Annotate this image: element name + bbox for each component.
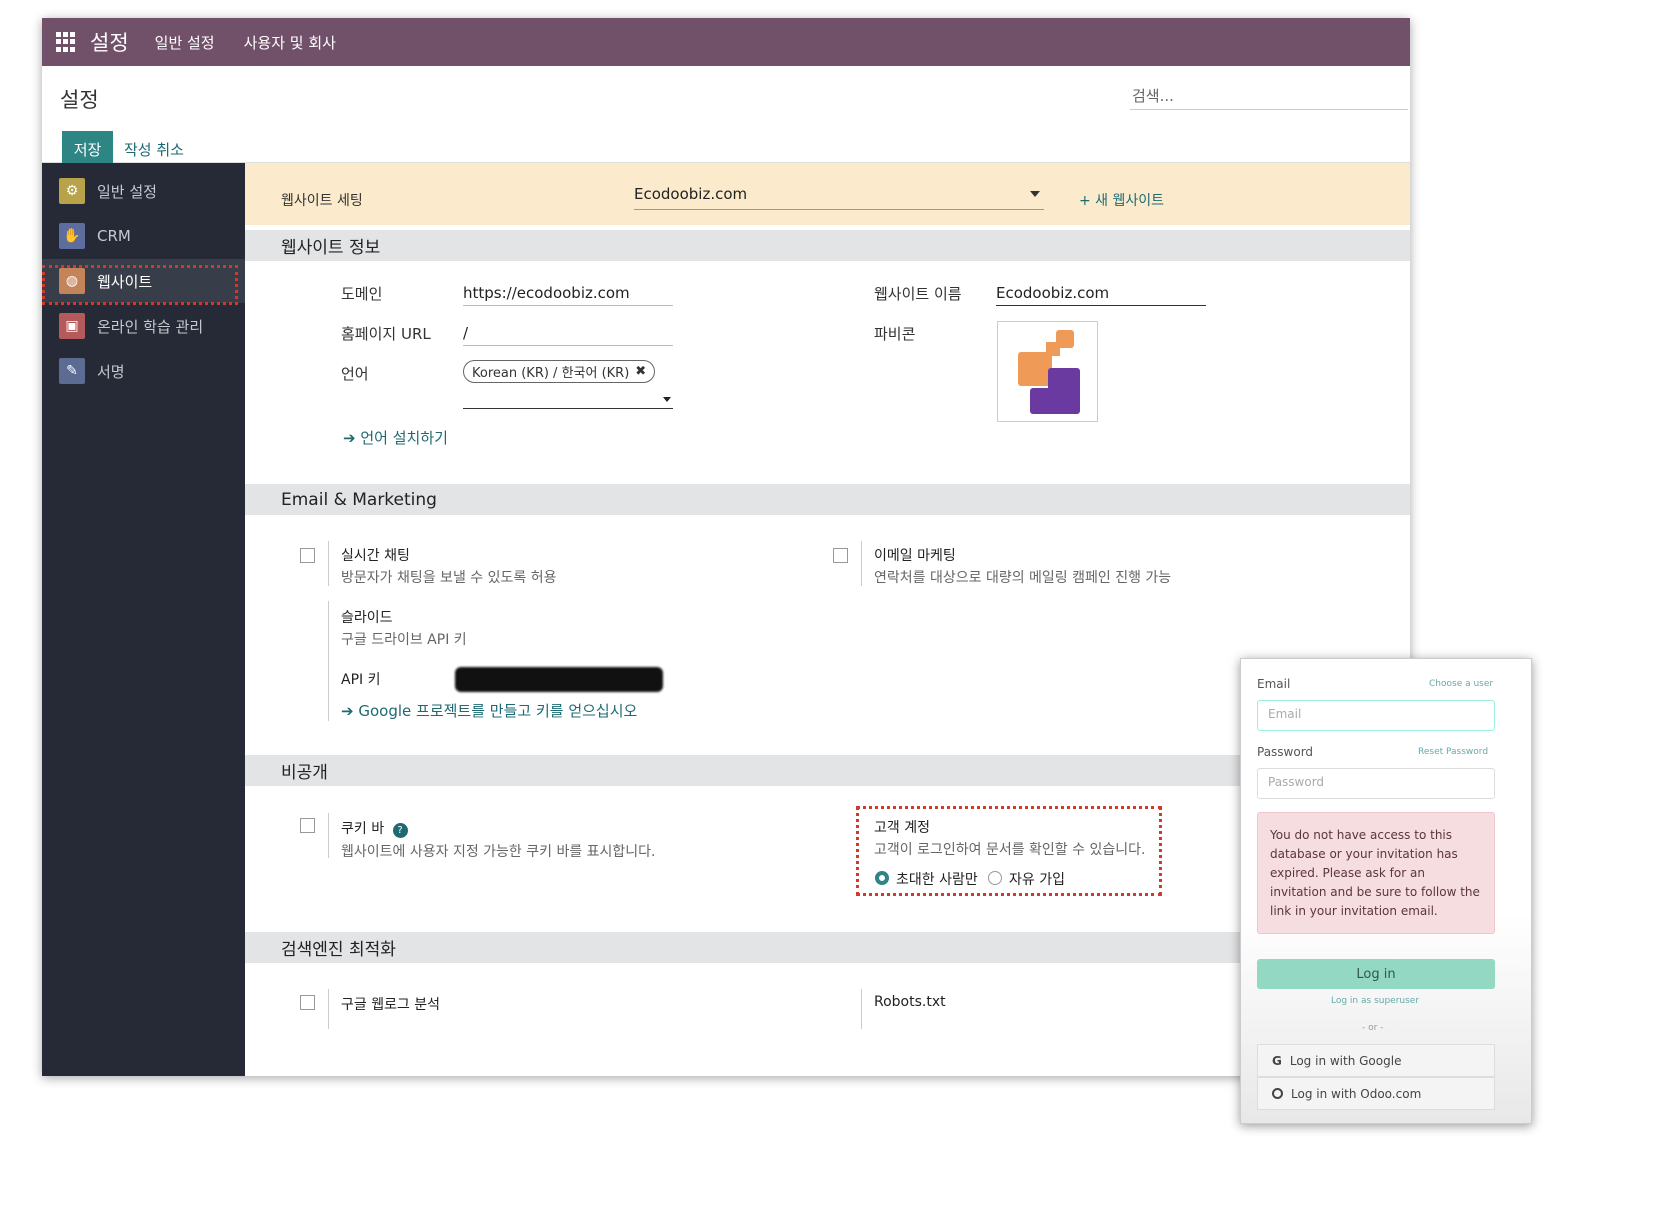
section-header-seo: 검색엔진 최적화	[245, 932, 1410, 963]
api-key-field-redacted[interactable]	[455, 667, 663, 692]
app-title[interactable]: 설정	[90, 27, 129, 57]
close-icon[interactable]: ✖	[635, 364, 646, 379]
favicon-image[interactable]	[997, 321, 1098, 422]
reset-password-link[interactable]: Reset Password	[1418, 747, 1488, 757]
settings-content: 웹사이트 세팅 Ecodoobiz.com + 새 웹사이트 웹사이트 정보 도…	[245, 163, 1410, 1076]
choose-user-link[interactable]: Choose a user	[1429, 679, 1493, 689]
top-navbar: 설정 일반 설정 사용자 및 회사	[42, 18, 1410, 66]
homepage-label: 홈페이지 URL	[341, 325, 431, 343]
divider	[328, 541, 329, 586]
cookie-bar-desc: 웹사이트에 사용자 지정 가능한 쿠키 바를 표시합니다.	[341, 844, 656, 860]
section-header-privacy: 비공개	[245, 755, 1410, 786]
divider	[861, 541, 862, 586]
chevron-down-icon	[1030, 191, 1040, 197]
website-select-value: Ecodoobiz.com	[634, 185, 748, 203]
settings-window: 설정 일반 설정 사용자 및 회사 설정 검색... 저장 작성 취소 ⚙ 일반…	[42, 18, 1410, 1076]
api-key-label: API 키	[341, 672, 381, 688]
chevron-down-icon	[663, 397, 671, 402]
password-input[interactable]: Password	[1257, 768, 1495, 799]
website-menu-highlight	[42, 265, 238, 305]
install-language-link[interactable]: ➔ 언어 설치하기	[343, 427, 448, 448]
google-icon: G	[1272, 1053, 1282, 1068]
install-language-text: 언어 설치하기	[360, 429, 448, 447]
sidebar-item-label: 일반 설정	[97, 182, 157, 201]
control-panel: 설정 검색... 저장 작성 취소	[42, 66, 1410, 168]
superuser-link[interactable]: Log in as superuser	[1331, 996, 1419, 1006]
email-label: Email	[1257, 677, 1291, 691]
odoo-login-button[interactable]: Log in with Odoo.com	[1257, 1077, 1495, 1110]
odoo-icon	[1272, 1088, 1283, 1099]
login-popup: Email Choose a user Email Password Reset…	[1240, 658, 1532, 1124]
livechat-checkbox[interactable]	[300, 548, 315, 563]
slides-title: 슬라이드	[341, 610, 393, 626]
divider	[328, 989, 329, 1029]
cookie-bar-checkbox[interactable]	[300, 818, 315, 833]
livechat-desc: 방문자가 채팅을 보낼 수 있도록 허용	[341, 570, 557, 586]
language-label: 언어	[341, 365, 369, 383]
google-analytics-checkbox[interactable]	[300, 995, 315, 1010]
or-divider: - or -	[1362, 1023, 1384, 1033]
error-alert: You do not have access to this database …	[1257, 812, 1495, 934]
google-login-button[interactable]: G Log in with Google	[1257, 1044, 1495, 1077]
domain-label: 도메인	[341, 285, 383, 303]
menu-general-settings[interactable]: 일반 설정	[155, 32, 215, 53]
customer-account-highlight	[856, 806, 1162, 896]
website-settings-label: 웹사이트 세팅	[281, 193, 363, 209]
login-button[interactable]: Log in	[1257, 959, 1495, 989]
divider	[861, 989, 862, 1029]
page-title: 설정	[60, 88, 99, 112]
sidebar-item-label: 서명	[97, 362, 125, 381]
homepage-field[interactable]: /	[463, 324, 673, 346]
help-icon[interactable]: ?	[392, 823, 408, 838]
divider	[328, 813, 329, 858]
sidebar-item-label: CRM	[97, 227, 131, 245]
section-header-email-marketing: Email & Marketing	[245, 484, 1410, 515]
elearning-icon: ▣	[59, 313, 85, 339]
favicon-label: 파비콘	[874, 325, 916, 343]
robots-title: Robots.txt	[874, 994, 946, 1010]
cookie-bar-title: 쿠키 바 ?	[341, 818, 408, 838]
cookie-bar-title-text: 쿠키 바	[341, 821, 385, 837]
slides-desc: 구글 드라이브 API 키	[341, 632, 467, 648]
password-label: Password	[1257, 745, 1314, 759]
website-select[interactable]: Ecodoobiz.com	[634, 185, 1044, 210]
email-input[interactable]: Email	[1257, 700, 1495, 731]
google-login-label: Log in with Google	[1289, 1053, 1402, 1068]
google-project-link[interactable]: ➔ Google 프로젝트를 만들고 키를 얻으십시오	[341, 700, 637, 721]
arrow-right-icon: ➔	[343, 429, 356, 447]
website-settings-bar: 웹사이트 세팅 Ecodoobiz.com + 새 웹사이트	[245, 163, 1410, 225]
website-name-field[interactable]: Ecodoobiz.com	[996, 284, 1206, 306]
language-tag[interactable]: Korean (KR) / 한국어 (KR) ✖	[463, 360, 656, 383]
sidebar-item-sign[interactable]: ✎ 서명	[42, 349, 245, 393]
google-project-text: Google 프로젝트를 만들고 키를 얻으십시오	[358, 702, 638, 720]
odoo-login-label: Log in with Odoo.com	[1291, 1086, 1422, 1101]
search-input[interactable]: 검색...	[1130, 78, 1408, 110]
sidebar-item-general[interactable]: ⚙ 일반 설정	[42, 169, 245, 213]
divider	[328, 601, 329, 721]
section-header-website-info: 웹사이트 정보	[245, 230, 1410, 261]
gear-icon: ⚙	[59, 178, 85, 204]
domain-field[interactable]: https://ecodoobiz.com	[463, 284, 673, 306]
sidebar-item-crm[interactable]: ✋ CRM	[42, 214, 245, 258]
google-analytics-title: 구글 웹로그 분석	[341, 997, 441, 1013]
livechat-title: 실시간 채팅	[341, 548, 410, 564]
apps-grid-icon[interactable]	[56, 32, 76, 52]
handshake-icon: ✋	[59, 223, 85, 249]
email-marketing-desc: 연락처를 대상으로 대량의 메일링 캠페인 진행 가능	[874, 570, 1172, 586]
menu-users-companies[interactable]: 사용자 및 회사	[244, 32, 336, 53]
language-tag-label: Korean (KR) / 한국어 (KR)	[472, 366, 630, 381]
sidebar-item-elearning[interactable]: ▣ 온라인 학습 관리	[42, 304, 245, 348]
arrow-right-icon: ➔	[341, 702, 354, 720]
sidebar-item-label: 온라인 학습 관리	[97, 317, 204, 336]
discard-button[interactable]: 작성 취소	[124, 139, 184, 160]
email-marketing-title: 이메일 마케팅	[874, 548, 956, 564]
email-marketing-checkbox[interactable]	[833, 548, 848, 563]
new-website-link[interactable]: + 새 웹사이트	[1079, 190, 1164, 210]
website-name-label: 웹사이트 이름	[874, 285, 962, 303]
language-select[interactable]	[463, 391, 673, 409]
sign-icon: ✎	[59, 358, 85, 384]
